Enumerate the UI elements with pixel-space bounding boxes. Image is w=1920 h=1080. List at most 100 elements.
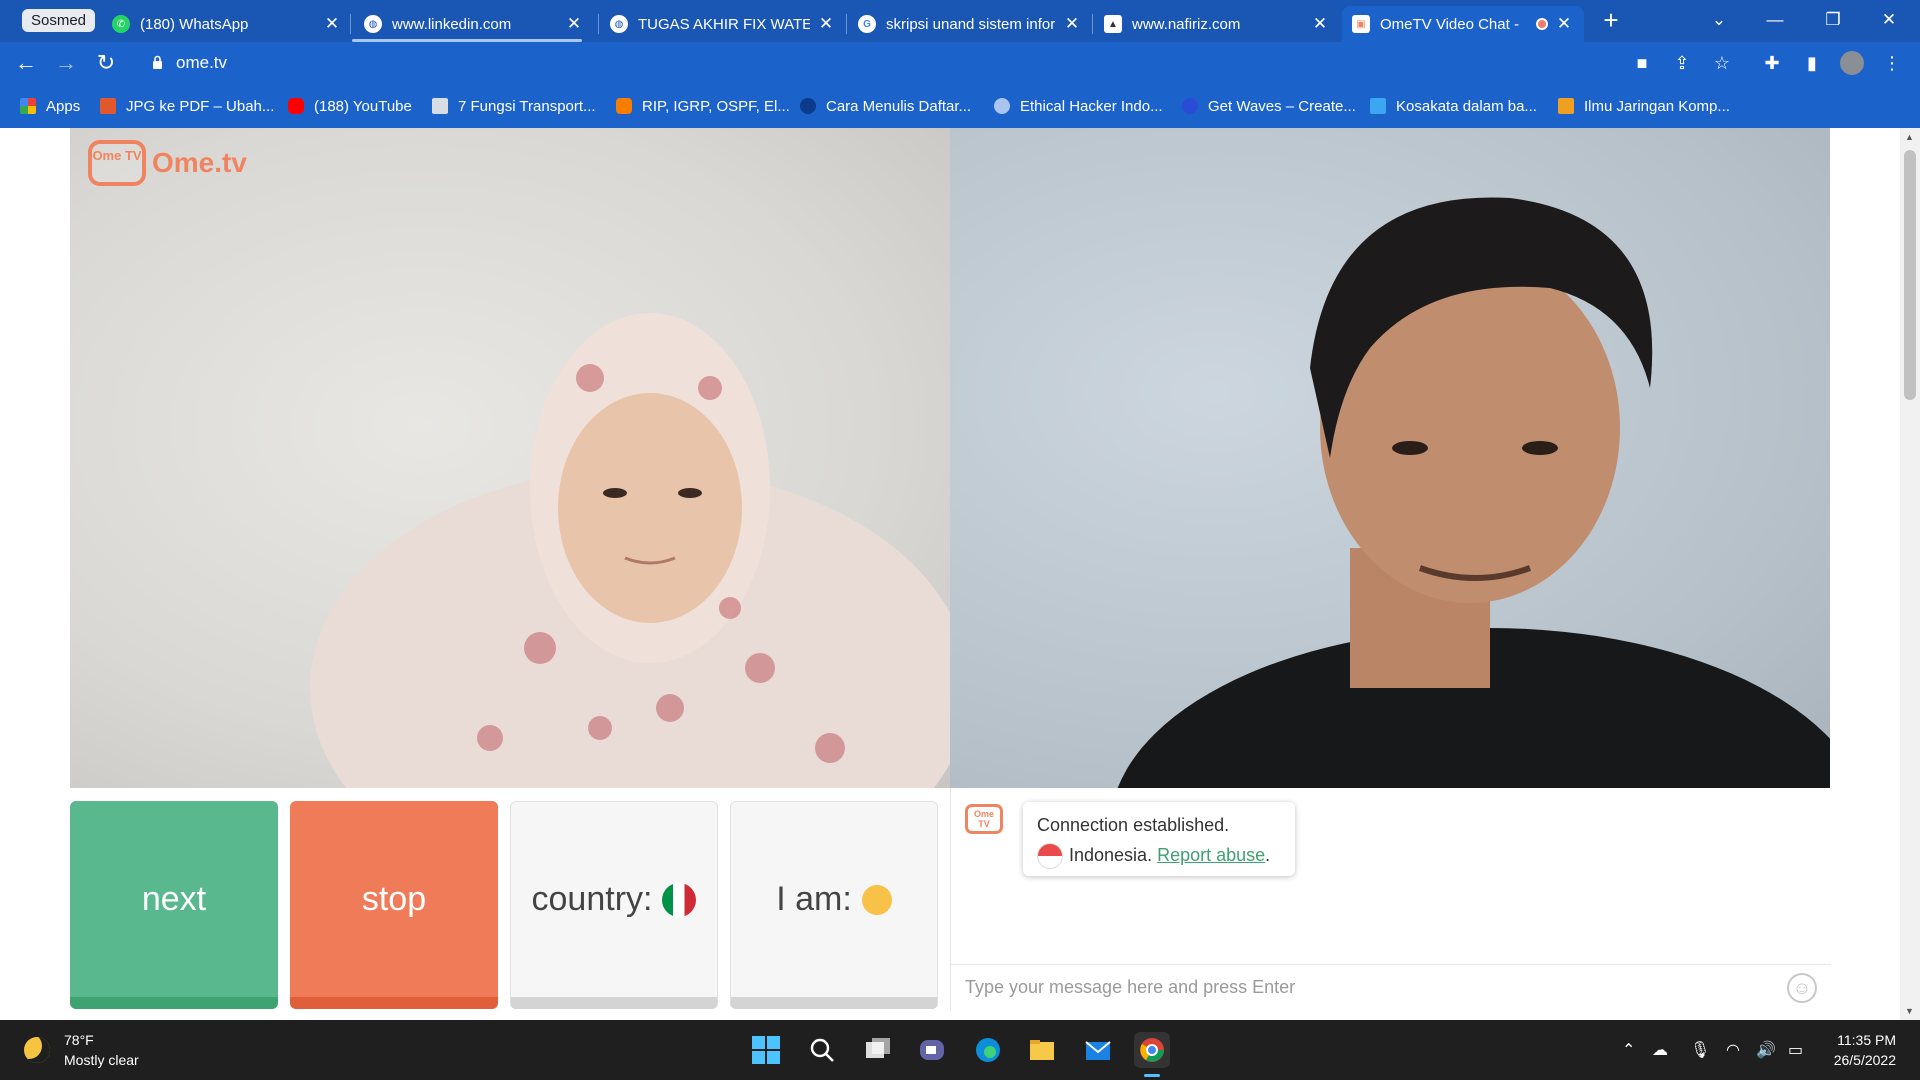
- tab-skripsi[interactable]: G skripsi unand sistem infor ✕: [858, 6, 1082, 42]
- close-icon[interactable]: ✕: [1310, 14, 1330, 34]
- system-clock[interactable]: 11:35 PM 26/5/2022: [1834, 1030, 1896, 1070]
- partner-country: Indonesia.: [1069, 845, 1153, 865]
- camera-icon[interactable]: ■: [1630, 51, 1654, 75]
- country-filter-button[interactable]: country:: [510, 801, 718, 1009]
- microphone-icon[interactable]: 🎙: [1690, 1040, 1710, 1060]
- share-icon[interactable]: ⇪: [1670, 51, 1694, 75]
- country-label: country:: [531, 880, 653, 918]
- ometv-avatar-icon: Ome TV: [965, 804, 1003, 834]
- close-icon[interactable]: ✕: [816, 14, 836, 34]
- bookmark-rip-igrp[interactable]: RIP, IGRP, OSPF, El...: [616, 96, 790, 116]
- close-icon[interactable]: ✕: [564, 14, 584, 34]
- bookmark-fungsi-transport[interactable]: 7 Fungsi Transport...: [432, 96, 596, 116]
- bookmarks-bar: Apps JPG ke PDF – Ubah... (188) YouTube …: [0, 84, 1920, 128]
- close-window-button[interactable]: ✕: [1866, 4, 1912, 36]
- tab-nafiriz[interactable]: ▲ www.nafiriz.com ✕: [1104, 6, 1330, 42]
- start-icon[interactable]: [748, 1032, 784, 1068]
- bookmark-label: Get Waves – Create...: [1208, 97, 1356, 115]
- extensions-icon[interactable]: ✚: [1760, 51, 1784, 75]
- page-icon: ▲: [1104, 15, 1122, 33]
- ometv-logo: Ome TV Ome.tv: [88, 140, 247, 186]
- close-icon[interactable]: ✕: [1062, 14, 1082, 34]
- wifi-icon[interactable]: ◠: [1726, 1040, 1740, 1060]
- tab-linkedin[interactable]: ◍ www.linkedin.com ✕: [364, 6, 584, 42]
- girl-emoji-icon: [861, 884, 892, 915]
- report-abuse-link[interactable]: Report abuse: [1157, 845, 1265, 865]
- next-button[interactable]: next: [70, 801, 278, 1009]
- tab-separator: [350, 14, 351, 34]
- emoji-smile-icon[interactable]: ☺: [1787, 973, 1817, 1003]
- stop-button[interactable]: stop: [290, 801, 498, 1009]
- weather-widget[interactable]: 78°F Mostly clear: [24, 1030, 139, 1070]
- volume-icon[interactable]: 🔊: [1756, 1040, 1776, 1060]
- onedrive-icon[interactable]: ☁: [1652, 1040, 1668, 1060]
- bookmark-star-icon[interactable]: ☆: [1710, 51, 1734, 75]
- chrome-icon[interactable]: [1134, 1032, 1170, 1068]
- minimize-button[interactable]: —: [1752, 4, 1798, 36]
- bookmark-cara-menulis[interactable]: Cara Menulis Daftar...: [800, 96, 971, 116]
- google-icon: G: [858, 15, 876, 33]
- bookmark-label: RIP, IGRP, OSPF, El...: [642, 97, 790, 115]
- mail-icon[interactable]: [1080, 1032, 1116, 1068]
- chat-message-input[interactable]: Type your message here and press Enter ☺: [951, 964, 1831, 1010]
- task-view-icon[interactable]: [860, 1032, 896, 1068]
- connection-status: Connection established.: [1037, 815, 1230, 835]
- site-icon: [1182, 98, 1198, 114]
- address-bar[interactable]: ome.tv: [138, 46, 1790, 80]
- chat-input-placeholder: Type your message here and press Enter: [965, 977, 1296, 997]
- forward-icon[interactable]: →: [50, 48, 82, 78]
- bookmark-ethical-hacker[interactable]: Ethical Hacker Indo...: [994, 96, 1163, 116]
- scrollbar-thumb[interactable]: [1904, 150, 1916, 400]
- bookmark-label: Ethical Hacker Indo...: [1020, 97, 1163, 115]
- back-icon[interactable]: ←: [10, 48, 42, 78]
- tab-ometv[interactable]: ▣ OmeTV Video Chat - ✕: [1342, 6, 1584, 42]
- tab-label: (180) WhatsApp: [140, 15, 249, 33]
- moon-icon: [24, 1037, 50, 1063]
- ometv-logo-tv-icon: Ome TV: [88, 140, 146, 186]
- page-scrollbar[interactable]: ▲ ▼: [1900, 128, 1920, 1020]
- gender-select-button[interactable]: I am:: [730, 801, 938, 1009]
- chat-app-icon[interactable]: [914, 1032, 950, 1068]
- tab-whatsapp[interactable]: ✆ (180) WhatsApp ✕: [112, 6, 342, 42]
- tab-tugas-akhir[interactable]: ◍ TUGAS AKHIR FIX WATER ✕: [610, 6, 836, 42]
- browser-toolbar: ← → ↻ ome.tv ■ ⇪ ☆ ✚ ▮ ⋮: [0, 42, 1920, 84]
- lock-icon: [153, 55, 162, 69]
- scroll-up-icon[interactable]: ▲: [1905, 132, 1914, 142]
- new-tab-button[interactable]: +: [1588, 4, 1634, 36]
- bookmark-ilmu-jaringan[interactable]: Ilmu Jaringan Komp...: [1558, 96, 1730, 116]
- scroll-down-icon[interactable]: ▼: [1905, 1006, 1914, 1016]
- local-video-person: [310, 313, 950, 788]
- tab-strip: Sosmed ✆ (180) WhatsApp ✕ ◍ www.linkedin…: [0, 0, 1920, 42]
- tab-separator: [846, 14, 847, 34]
- close-icon[interactable]: ✕: [322, 14, 342, 34]
- close-icon[interactable]: ✕: [1554, 14, 1574, 34]
- tab-separator: [1092, 14, 1093, 34]
- bookmark-jpg-pdf[interactable]: JPG ke PDF – Ubah...: [100, 96, 274, 116]
- menu-icon[interactable]: ⋮: [1880, 51, 1904, 75]
- bookmark-get-waves[interactable]: Get Waves – Create...: [1182, 96, 1356, 116]
- show-hidden-icons[interactable]: ⌃: [1622, 1040, 1635, 1060]
- italy-flag-icon: [662, 882, 697, 917]
- profile-avatar[interactable]: [1840, 51, 1864, 75]
- apps-grid-icon: [20, 98, 36, 114]
- weather-condition: Mostly clear: [64, 1052, 139, 1068]
- edge-icon[interactable]: [970, 1032, 1006, 1068]
- site-icon: [994, 98, 1010, 114]
- site-icon: [1370, 98, 1386, 114]
- system-message: Connection established. Indonesia. Repor…: [1023, 802, 1295, 876]
- side-panel-icon[interactable]: ▮: [1800, 51, 1824, 75]
- reload-icon[interactable]: ↻: [90, 48, 122, 78]
- restore-button[interactable]: ❐: [1810, 4, 1856, 36]
- bookmark-kosakata[interactable]: Kosakata dalam ba...: [1370, 96, 1537, 116]
- ometv-logo-text: Ome.tv: [152, 147, 247, 178]
- tab-separator: [598, 14, 599, 34]
- bookmark-youtube[interactable]: (188) YouTube: [288, 96, 412, 116]
- search-icon[interactable]: [804, 1032, 840, 1068]
- battery-icon[interactable]: ▭: [1788, 1040, 1803, 1060]
- clock-date: 26/5/2022: [1833, 1052, 1896, 1068]
- tab-group-chip[interactable]: Sosmed: [22, 9, 96, 32]
- file-explorer-icon[interactable]: [1024, 1032, 1060, 1068]
- site-icon: [800, 98, 816, 114]
- tab-search-icon[interactable]: ⌄: [1696, 4, 1742, 36]
- bookmark-apps[interactable]: Apps: [20, 96, 80, 116]
